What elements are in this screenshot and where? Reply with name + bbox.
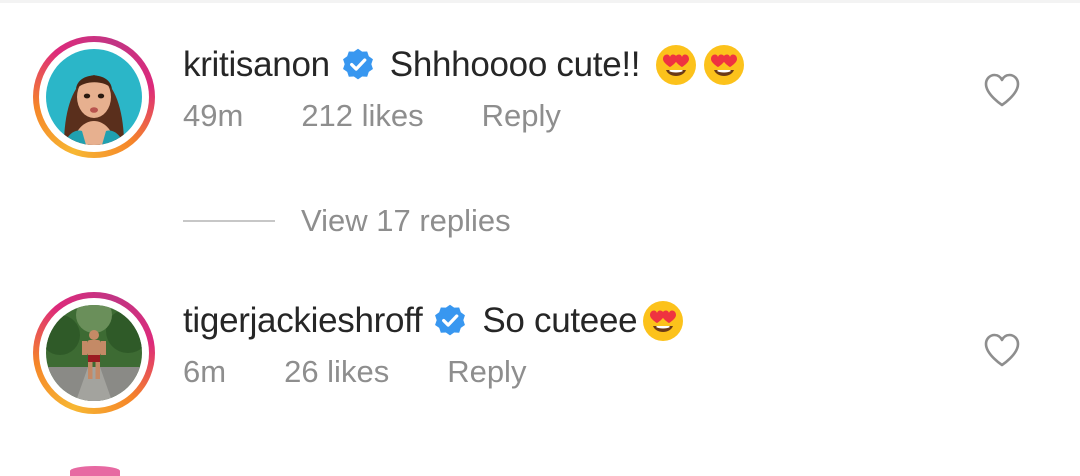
replies-divider-line bbox=[183, 220, 275, 222]
comment-likes[interactable]: 212 likes bbox=[301, 98, 423, 134]
comment-meta: 6m 26 likes Reply bbox=[183, 354, 526, 390]
comment-text: Shhhoooo cute!! bbox=[389, 45, 641, 84]
comment-meta: 49m 212 likes Reply bbox=[183, 98, 561, 134]
heart-eyes-emoji-icon bbox=[641, 299, 685, 343]
next-comment-avatar-ring bbox=[70, 466, 120, 476]
verified-badge-icon bbox=[340, 47, 376, 83]
like-heart-icon[interactable] bbox=[983, 332, 1021, 368]
top-divider bbox=[0, 0, 1080, 3]
heart-eyes-emoji-icon bbox=[654, 43, 698, 87]
avatar-story-ring[interactable] bbox=[33, 36, 155, 158]
avatar[interactable] bbox=[46, 305, 142, 401]
avatar-story-ring[interactable] bbox=[33, 292, 155, 414]
comment-time: 49m bbox=[183, 98, 244, 133]
comment-text: So cuteee bbox=[482, 301, 638, 340]
comment-username[interactable]: kritisanon bbox=[183, 45, 330, 85]
verified-badge-icon bbox=[432, 303, 468, 339]
comment-time: 6m bbox=[183, 354, 227, 389]
avatar[interactable] bbox=[46, 49, 142, 145]
view-replies-toggle[interactable]: View 17 replies bbox=[183, 203, 511, 239]
reply-button[interactable]: Reply bbox=[447, 354, 526, 390]
view-replies-label[interactable]: View 17 replies bbox=[301, 203, 511, 239]
heart-eyes-emoji-icon bbox=[702, 43, 746, 87]
comment-username[interactable]: tigerjackieshroff bbox=[183, 301, 423, 341]
like-heart-icon[interactable] bbox=[983, 72, 1021, 108]
comment-likes[interactable]: 26 likes bbox=[284, 354, 389, 390]
reply-button[interactable]: Reply bbox=[482, 98, 561, 134]
